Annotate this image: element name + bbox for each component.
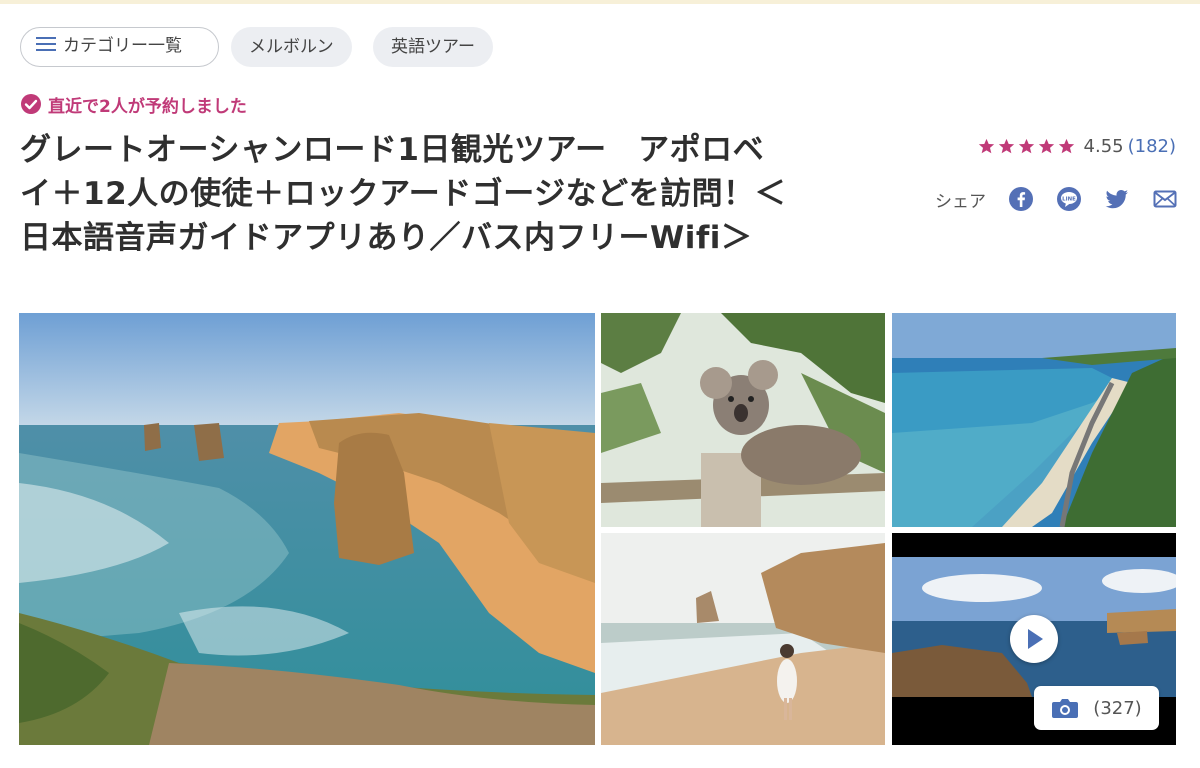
star-icon [978, 138, 994, 154]
rating-score: 4.55 [1083, 136, 1124, 157]
gallery-main-photo[interactable] [19, 313, 595, 745]
line-icon[interactable]: LINE [1056, 186, 1082, 212]
gallery-photo-coastline[interactable] [892, 313, 1176, 527]
rating-summary[interactable]: 4.55 (182) [978, 136, 1176, 157]
gallery-photo-beach[interactable] [601, 533, 885, 745]
koala-image [601, 313, 885, 527]
category-list-label: カテゴリー一覧 [63, 36, 182, 56]
share-bar: シェア LINE [935, 186, 1178, 212]
gallery-photo-koala[interactable] [601, 313, 885, 527]
mail-icon[interactable] [1152, 186, 1178, 212]
check-circle-icon [21, 94, 41, 114]
star-icon [1038, 138, 1054, 154]
svg-text:LINE: LINE [1062, 196, 1076, 202]
woman-on-beach-image [601, 533, 885, 745]
aerial-coastline-image [892, 313, 1176, 527]
category-list-button[interactable]: カテゴリー一覧 [20, 27, 219, 67]
tag-english-tour[interactable]: 英語ツアー [373, 27, 493, 67]
star-icon [1018, 138, 1034, 154]
facebook-icon[interactable] [1008, 186, 1034, 212]
star-icon [1058, 138, 1074, 154]
tag-melbourne[interactable]: メルボルン [231, 27, 352, 67]
booking-notice: 直近で2人が予約しました [20, 92, 247, 117]
camera-icon [1052, 699, 1079, 718]
rating-stars [978, 138, 1078, 155]
twelve-apostles-image [19, 313, 595, 745]
top-accent-line [0, 0, 1200, 4]
play-video-button[interactable] [1010, 615, 1058, 663]
menu-icon [36, 37, 56, 51]
share-label: シェア [935, 191, 986, 212]
play-icon [1028, 629, 1043, 649]
twitter-icon[interactable] [1104, 186, 1130, 212]
photo-count-button[interactable]: (327) [1034, 686, 1159, 730]
tag-melbourne-label: メルボルン [249, 37, 334, 57]
star-icon [998, 138, 1014, 154]
booking-notice-text: 直近で2人が予約しました [48, 96, 247, 117]
review-count-link[interactable]: (182) [1128, 136, 1176, 157]
page-title: グレートオーシャンロード1日観光ツアー アポロベイ＋12人の使徒＋ロックアードゴ… [20, 132, 787, 256]
tag-english-tour-label: 英語ツアー [391, 37, 475, 57]
gallery-photo-video[interactable]: (327) [892, 533, 1176, 745]
photo-count-label: (327) [1093, 697, 1142, 719]
